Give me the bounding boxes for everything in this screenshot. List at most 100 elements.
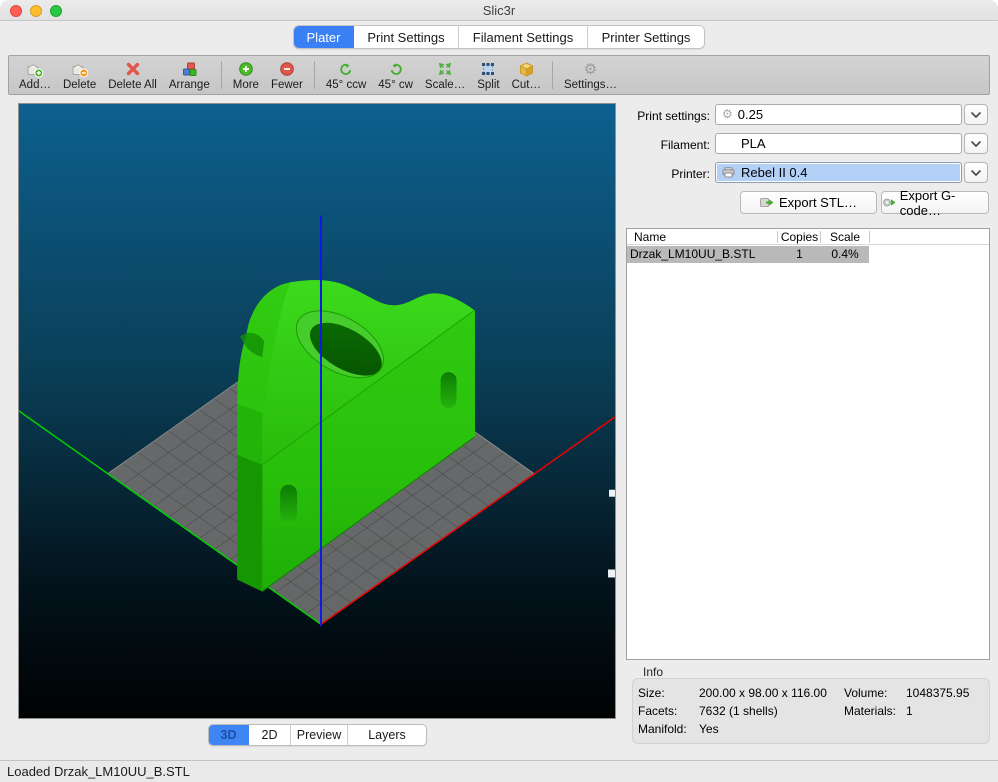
object-scale: 0.4% [821,247,869,261]
chevron-down-icon [971,141,981,147]
print-settings-label: Print settings: [600,109,710,123]
edge-marker [608,569,615,577]
viewport-3d[interactable] [18,103,616,719]
size-label: Size: [638,686,699,700]
export-gcode-button[interactable]: Export G-code… [881,191,989,214]
box-plus-icon [26,60,44,78]
volume-label: Volume: [844,686,906,700]
scale-label: Scale… [425,79,465,91]
printer-label: Printer: [600,167,710,181]
manifold-label: Manifold: [638,722,699,736]
gear-icon: ⚙ [584,60,597,78]
printer-dropdown-button[interactable] [964,162,988,183]
rotate-cw-arrow-icon [388,60,404,78]
info-box: Size: 200.00 x 98.00 x 116.00 Volume: 10… [632,678,990,744]
tab-filament-settings[interactable]: Filament Settings [459,26,588,48]
delete-all-label: Delete All [108,79,157,91]
mount-slot-right [441,372,457,408]
view-tab-2d[interactable]: 2D [249,725,291,745]
printer-combo[interactable]: Rebel II 0.4 [715,162,962,183]
gear-arrow-icon [882,196,895,209]
gear-icon: ⚙ [722,107,733,122]
info-title: Info [643,665,663,679]
column-scale[interactable]: Scale [821,230,869,244]
toolbar-separator [221,61,222,89]
box-minus-icon [71,60,89,78]
object-copies: 1 [778,247,821,261]
chevron-down-icon [971,112,981,118]
column-name[interactable]: Name [634,230,666,244]
cut-label: Cut… [512,79,541,91]
facets-label: Facets: [638,704,699,718]
table-row[interactable]: Drzak_LM10UU_B.STL 1 0.4% [627,246,869,263]
selection-handles-icon [480,60,496,78]
view-tab-preview[interactable]: Preview [291,725,348,745]
chevron-down-icon [971,170,981,176]
fewer-label: Fewer [271,79,303,91]
toolbar-separator [314,61,315,89]
main-tabs: Plater Print Settings Filament Settings … [293,25,705,49]
printer-value: Rebel II 0.4 [741,165,808,180]
rotate-ccw-button[interactable]: 45° ccw [320,57,372,93]
facets-value: 7632 (1 shells) [699,704,844,718]
print-settings-dropdown-button[interactable] [964,104,988,125]
table-header: Name Copies Scale [627,229,989,245]
rotate-ccw-label: 45° ccw [326,79,366,91]
export-gcode-label: Export G-code… [900,188,988,218]
rotate-cw-button[interactable]: 45° cw [372,57,419,93]
toolbar-separator [552,61,553,89]
manifold-value: Yes [699,722,844,736]
filament-combo[interactable]: PLA [715,133,962,154]
more-button[interactable]: More [227,57,265,93]
green-plus-circle-icon [238,60,254,78]
materials-label: Materials: [844,704,906,718]
filament-value: PLA [741,136,766,151]
split-label: Split [477,79,499,91]
tab-plater[interactable]: Plater [294,26,354,48]
delete-label: Delete [63,79,96,91]
delete-button[interactable]: Delete [57,57,102,93]
add-label: Add… [19,79,51,91]
red-minus-circle-icon [279,60,295,78]
view-tab-layers[interactable]: Layers [348,725,426,745]
tab-print-settings[interactable]: Print Settings [354,26,459,48]
tab-printer-settings[interactable]: Printer Settings [588,26,704,48]
split-button[interactable]: Split [471,57,505,93]
arrange-button[interactable]: Arrange [163,57,216,93]
materials-value: 1 [906,704,989,718]
printer-icon [722,167,736,178]
slic3r-window: Slic3r Plater Print Settings Filament Se… [0,0,998,782]
toolbar: Add… Delete Delete All Arrange More [8,55,990,95]
3d-canvas[interactable] [19,104,615,718]
red-x-icon [125,60,141,78]
fewer-button[interactable]: Fewer [265,57,309,93]
settings-label: Settings… [564,79,617,91]
colored-cubes-icon [181,60,198,78]
expand-arrows-icon [437,60,453,78]
print-settings-combo[interactable]: ⚙ 0.25 [715,104,962,125]
status-bar: Loaded Drzak_LM10UU_B.STL [0,760,998,782]
status-text: Loaded Drzak_LM10UU_B.STL [7,764,190,779]
column-copies[interactable]: Copies [778,230,821,244]
settings-button[interactable]: ⚙ Settings… [558,57,623,93]
filament-label: Filament: [600,138,710,152]
window-title: Slic3r [0,3,998,18]
object-name: Drzak_LM10UU_B.STL [630,247,755,261]
delete-all-button[interactable]: Delete All [102,57,163,93]
view-mode-tabs: 3D 2D Preview Layers [208,724,427,746]
export-stl-button[interactable]: Export STL… [740,191,877,214]
objects-table[interactable]: Name Copies Scale Drzak_LM10UU_B.STL 1 0… [626,228,990,660]
more-label: More [233,79,259,91]
view-tab-3d[interactable]: 3D [209,725,249,745]
rotate-cw-label: 45° cw [378,79,413,91]
add-button[interactable]: Add… [13,57,57,93]
scale-button[interactable]: Scale… [419,57,471,93]
print-settings-value: 0.25 [738,107,763,122]
arrange-label: Arrange [169,79,210,91]
cut-button[interactable]: Cut… [506,57,547,93]
yellow-cube-icon [518,60,535,78]
mount-slot-left [280,485,297,523]
edge-marker [609,490,615,497]
filament-dropdown-button[interactable] [964,133,988,154]
box-arrow-icon [760,196,774,209]
